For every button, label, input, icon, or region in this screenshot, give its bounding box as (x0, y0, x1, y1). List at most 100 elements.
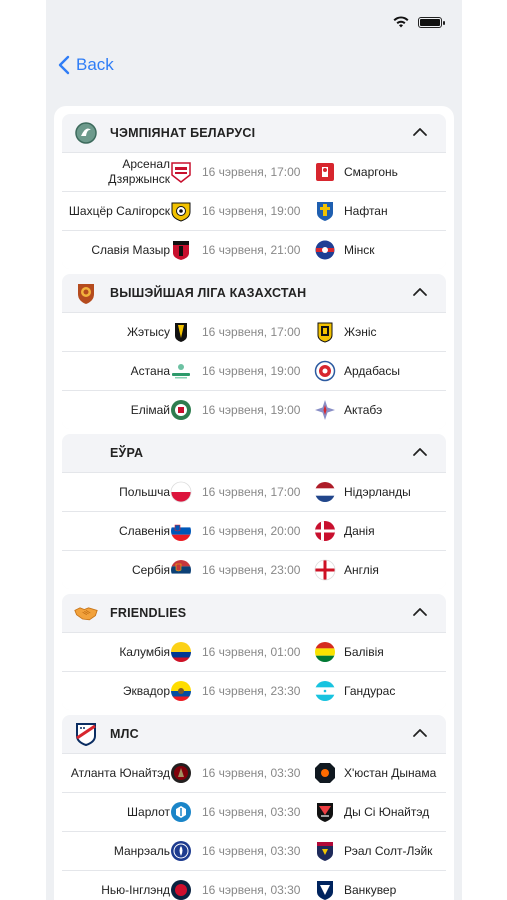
away-team: Данія (344, 524, 375, 538)
match-row[interactable]: Калумбія 16 чэрвеня, 01:00 Балівія (62, 632, 446, 671)
match-time: 16 чэрвеня, 03:30 (202, 844, 301, 858)
away-team: Нідэрланды (344, 485, 411, 499)
team-crest-icon (314, 161, 336, 183)
fixtures-card: ЧЭМПІЯНАТ БЕЛАРУСІ Арсенал Дзяржынск 16 … (54, 106, 454, 900)
league-name: ЧЭМПІЯНАТ БЕЛАРУСІ (110, 126, 256, 140)
team-crest-icon (170, 399, 192, 421)
match-time: 16 чэрвеня, 17:00 (202, 485, 301, 499)
match-row[interactable]: Атланта Юнайтэд 16 чэрвеня, 03:30 Х'юста… (62, 753, 446, 792)
match-row[interactable]: Эквадор 16 чэрвеня, 23:30 Гандурас (62, 671, 446, 710)
kazakhstan-league-logo (74, 281, 98, 305)
away-team: Рэал Солт-Лэйк (344, 844, 433, 858)
team-crest-icon (170, 239, 192, 261)
match-time: 16 чэрвеня, 01:00 (202, 645, 301, 659)
team-crest-icon (170, 321, 192, 343)
league-header[interactable]: МЛС (62, 715, 446, 753)
england-flag-icon (314, 559, 336, 581)
team-crest-icon (170, 161, 192, 183)
match-row[interactable]: Нью-Інглэнд 16 чэрвеня, 03:30 Ванкувер (62, 870, 446, 900)
league-header[interactable]: ЕЎРА (62, 434, 446, 472)
home-team: Польшча (119, 484, 170, 499)
team-crest-icon (170, 762, 192, 784)
chevron-up-icon[interactable] (412, 126, 428, 138)
away-team: Мінск (344, 243, 375, 257)
battery-icon (418, 16, 445, 28)
league-section: МЛС Атланта Юнайтэд 16 чэрвеня, 03:30 Х'… (62, 715, 446, 900)
chevron-up-icon[interactable] (412, 446, 428, 458)
match-time: 16 чэрвеня, 20:00 (202, 524, 301, 538)
match-time: 16 чэрвеня, 03:30 (202, 805, 301, 819)
bolivia-flag-icon (314, 641, 336, 663)
home-team: Славія Мазыр (91, 242, 170, 257)
team-crest-icon (314, 360, 336, 382)
match-time: 16 чэрвеня, 03:30 (202, 766, 301, 780)
team-crest-icon (314, 321, 336, 343)
match-time: 16 чэрвеня, 19:00 (202, 403, 301, 417)
home-team: Калумбія (119, 644, 170, 659)
match-time: 16 чэрвеня, 17:00 (202, 325, 301, 339)
match-time: 16 чэрвеня, 19:00 (202, 204, 301, 218)
home-team: Манрэаль (113, 843, 170, 858)
match-row[interactable]: Манрэаль 16 чэрвеня, 03:30 Рэал Солт-Лэй… (62, 831, 446, 870)
match-row[interactable]: Астана 16 чэрвеня, 19:00 Ардабасы (62, 351, 446, 390)
match-row[interactable]: Шарлот 16 чэрвеня, 03:30 Ды Сі Юнайтэд (62, 792, 446, 831)
league-header[interactable]: FRIENDLIES (62, 594, 446, 632)
league-header[interactable]: ВЫШЭЙШАЯ ЛІГА КАЗАХСТАН (62, 274, 446, 312)
team-crest-icon (170, 360, 192, 382)
home-team: Эквадор (122, 683, 170, 698)
slovenia-flag-icon (170, 520, 192, 542)
match-time: 16 чэрвеня, 19:00 (202, 364, 301, 378)
match-time: 16 чэрвеня, 23:00 (202, 563, 301, 577)
chevron-up-icon[interactable] (412, 606, 428, 618)
netherlands-flag-icon (314, 481, 336, 503)
home-team: Славенія (118, 523, 170, 538)
match-time: 16 чэрвеня, 03:30 (202, 883, 301, 897)
league-name: FRIENDLIES (110, 606, 187, 620)
match-time: 16 чэрвеня, 17:00 (202, 165, 301, 179)
team-crest-icon (314, 840, 336, 862)
match-row[interactable]: Шахцёр Салігорск 16 чэрвеня, 19:00 Нафта… (62, 191, 446, 230)
belarus-league-logo (74, 121, 98, 145)
honduras-flag-icon (314, 680, 336, 702)
away-team: Жэніс (344, 325, 377, 339)
team-crest-icon (170, 200, 192, 222)
home-team: Сербія (131, 562, 170, 577)
league-header[interactable]: ЧЭМПІЯНАТ БЕЛАРУСІ (62, 114, 446, 152)
home-team: Шахцёр Салігорск (68, 203, 170, 218)
league-section: FRIENDLIES Калумбія 16 чэрвеня, 01:00 Ба… (62, 594, 446, 710)
away-team: Ды Сі Юнайтэд (344, 805, 430, 819)
team-crest-icon (314, 399, 336, 421)
team-crest-icon (170, 801, 192, 823)
home-team: Атланта Юнайтэд (70, 765, 170, 780)
ecuador-flag-icon (170, 680, 192, 702)
chevron-up-icon[interactable] (412, 286, 428, 298)
match-row[interactable]: Сербія 16 чэрвеня, 23:00 Англія (62, 550, 446, 589)
away-team: Актабэ (344, 403, 383, 417)
serbia-flag-icon (170, 559, 192, 581)
match-row[interactable]: Славенія 16 чэрвеня, 20:00 Данія (62, 511, 446, 550)
team-crest-icon (170, 840, 192, 862)
poland-flag-icon (170, 481, 192, 503)
home-team: Астана (130, 363, 170, 378)
team-crest-icon (170, 879, 192, 900)
away-team: Англія (344, 563, 379, 577)
mls-logo (74, 722, 98, 746)
denmark-flag-icon (314, 520, 336, 542)
wifi-icon (393, 16, 409, 28)
match-row[interactable]: Славія Мазыр 16 чэрвеня, 21:00 Мінск (62, 230, 446, 269)
league-section: ЕЎРА Польшча 16 чэрвеня, 17:00 Нідэрланд… (62, 434, 446, 589)
team-crest-icon (314, 200, 336, 222)
home-team: Нью-Інглэнд (101, 882, 170, 897)
chevron-up-icon[interactable] (412, 727, 428, 739)
back-label: Back (76, 55, 114, 74)
home-team: Арсенал Дзяржынск (108, 157, 170, 186)
match-row[interactable]: Жэтысу 16 чэрвеня, 17:00 Жэніс (62, 312, 446, 351)
away-team: Ванкувер (344, 883, 397, 897)
back-button[interactable]: Back (58, 55, 114, 75)
league-section: ЧЭМПІЯНАТ БЕЛАРУСІ Арсенал Дзяржынск 16 … (62, 114, 446, 269)
league-name: ЕЎРА (110, 446, 144, 460)
match-row[interactable]: Польшча 16 чэрвеня, 17:00 Нідэрланды (62, 472, 446, 511)
match-row[interactable]: Елімай 16 чэрвеня, 19:00 Актабэ (62, 390, 446, 429)
handshake-icon (74, 601, 98, 625)
match-row[interactable]: Арсенал Дзяржынск 16 чэрвеня, 17:00 Смар… (62, 152, 446, 191)
